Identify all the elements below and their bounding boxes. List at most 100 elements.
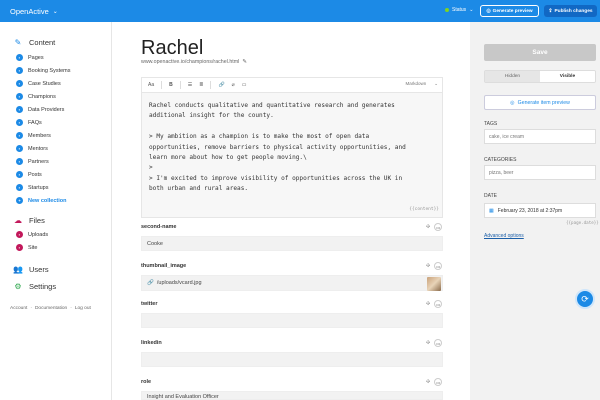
hidden-option[interactable]: Hidden: [485, 71, 540, 82]
content-template-hint: {{content}}: [409, 207, 439, 212]
field-label-role: role: [141, 379, 152, 385]
unlink-button[interactable]: ⌀: [232, 82, 235, 88]
more-icon[interactable]: •••: [434, 339, 443, 347]
sidebar-item-startups[interactable]: ▪ Startups: [16, 184, 48, 191]
sidebar-item-data-providers[interactable]: ▪ Data Providers: [16, 106, 64, 113]
sidebar-item-label: Posts: [28, 171, 42, 178]
date-template-hint: {{page.date}}: [566, 220, 599, 225]
sidebar-section-label: Users: [29, 264, 49, 274]
sidebar-item-label: Members: [28, 132, 51, 139]
sidebar-item-booking-systems[interactable]: ▪ Booking Systems: [16, 67, 71, 74]
categories-input[interactable]: pizza, beer: [484, 165, 596, 180]
page-icon: ▪: [16, 145, 23, 152]
sidebar-section-files[interactable]: ☁ Files: [13, 215, 45, 225]
page-icon: ▪: [16, 80, 23, 87]
text-size-button[interactable]: Aa: [148, 82, 154, 88]
sidebar-item-label: Uploads: [28, 231, 49, 238]
field-controls: ✣ •••: [426, 300, 443, 308]
field-linkedin[interactable]: [141, 352, 443, 367]
sidebar-item-champions[interactable]: ▪ Champions: [16, 93, 56, 100]
brand-name: OpenActive: [10, 6, 49, 16]
top-bar: OpenActive ⌄ Status ⌄ ◎ Generate preview…: [0, 0, 600, 22]
bold-button[interactable]: B: [169, 82, 173, 88]
sidebar-section-settings[interactable]: ⚙ Settings: [13, 281, 56, 291]
date-input[interactable]: ▦ February 23, 2018 at 2:37pm: [484, 203, 596, 218]
editor-mode-select[interactable]: Markdown ⌄: [405, 81, 438, 87]
link-icon: 🔗: [147, 280, 154, 286]
sidebar-item-case-studies[interactable]: ▪ Case Studies: [16, 80, 61, 87]
documentation-link[interactable]: Documentation: [35, 306, 67, 311]
separator-dot: ·: [30, 306, 32, 311]
publish-changes-label: Publish changes: [554, 8, 593, 14]
sidebar-section-content[interactable]: ✎ Content: [13, 37, 56, 47]
tags-input[interactable]: cake, ice cream: [484, 129, 596, 144]
link-button[interactable]: 🔗: [218, 82, 224, 88]
sidebar-item-posts[interactable]: ▪ Posts: [16, 171, 42, 178]
sidebar-item-faqs[interactable]: ▪ FAQs: [16, 119, 42, 126]
thumbnail-path: 🔗 /uploads/vcard.jpg: [147, 280, 202, 286]
status-menu[interactable]: Status ⌄: [445, 7, 473, 13]
more-icon[interactable]: •••: [434, 378, 443, 386]
sidebar-section-label: Settings: [29, 281, 57, 291]
visible-option[interactable]: Visible: [540, 71, 595, 82]
sidebar: [0, 22, 112, 400]
page-title[interactable]: Rachel: [141, 37, 203, 60]
sidebar-item-uploads[interactable]: ▪ Uploads: [16, 231, 48, 238]
chevron-down-icon: ⌄: [52, 8, 58, 15]
field-thumbnail-image[interactable]: 🔗 /uploads/vcard.jpg: [141, 275, 443, 291]
visibility-toggle[interactable]: Hidden Visible: [484, 70, 596, 83]
sidebar-item-members[interactable]: ▪ Members: [16, 132, 51, 139]
sidebar-item-partners[interactable]: ▪ Partners: [16, 158, 49, 165]
pencil-icon[interactable]: ✎: [242, 59, 246, 65]
bullet-list-button[interactable]: ☰: [188, 82, 192, 88]
sidebar-section-label: Files: [29, 215, 45, 225]
image-button[interactable]: ▭: [242, 82, 247, 88]
more-icon[interactable]: •••: [434, 262, 443, 270]
field-second-name[interactable]: Cooke: [141, 236, 443, 251]
editor-body[interactable]: Rachel conducts qualitative and quantita…: [142, 93, 442, 195]
more-icon[interactable]: •••: [434, 300, 443, 308]
sidebar-item-site[interactable]: ▪ Site: [16, 244, 37, 251]
markdown-editor[interactable]: Aa B ☰ ≣ 🔗 ⌀ ▭ Markdown ⌄ Rachel conduct…: [141, 77, 443, 218]
field-label-second-name: second-name: [141, 224, 177, 230]
logout-link[interactable]: Log out: [75, 306, 91, 311]
numbered-list-button[interactable]: ≣: [199, 82, 203, 88]
generate-preview-button[interactable]: ◎ Generate preview: [480, 5, 539, 17]
sidebar-item-label: Site: [28, 244, 38, 251]
sidebar-item-label: Booking Systems: [28, 67, 71, 74]
editor-toolbar: Aa B ☰ ≣ 🔗 ⌀ ▭ Markdown ⌄: [142, 78, 442, 93]
save-button[interactable]: Save: [484, 44, 596, 61]
page-icon: ▪: [16, 158, 23, 165]
page-icon: ▪: [16, 93, 23, 100]
account-link[interactable]: Account: [10, 306, 27, 311]
pin-icon[interactable]: ✣: [426, 379, 430, 385]
categories-label: CATEGORIES: [484, 157, 517, 163]
help-chat-button[interactable]: ⟳: [575, 289, 595, 309]
field-role[interactable]: Insight and Evaluation Officer: [141, 391, 443, 400]
editor-mode-label: Markdown: [405, 81, 427, 86]
pin-icon[interactable]: ✣: [426, 224, 430, 230]
sidebar-section-users[interactable]: 👥 Users: [13, 264, 49, 274]
field-controls: ✣ •••: [426, 339, 443, 347]
more-icon[interactable]: •••: [434, 223, 443, 231]
field-twitter[interactable]: [141, 313, 443, 328]
pencil-icon: ✎: [14, 37, 22, 47]
thumbnail-preview-image[interactable]: [427, 277, 441, 291]
toolbar-divider: [179, 81, 181, 89]
pin-icon[interactable]: ✣: [426, 263, 430, 269]
sidebar-item-mentors[interactable]: ▪ Mentors: [16, 145, 48, 152]
field-value: Insight and Evaluation Officer: [147, 394, 219, 400]
field-label-linkedin: linkedin: [141, 340, 162, 346]
advanced-options-link[interactable]: Advanced options: [484, 233, 524, 239]
sidebar-item-label: FAQs: [28, 119, 42, 126]
users-icon: 👥: [13, 264, 23, 274]
sidebar-item-label: Champions: [28, 93, 56, 100]
brand-menu[interactable]: OpenActive ⌄: [10, 7, 58, 16]
publish-changes-button[interactable]: ⇪ Publish changes: [544, 5, 597, 17]
sidebar-item-pages[interactable]: ▪ Pages: [16, 54, 44, 61]
pin-icon[interactable]: ✣: [426, 301, 430, 307]
new-collection-button[interactable]: + New collection: [16, 197, 67, 204]
pin-icon[interactable]: ✣: [426, 340, 430, 346]
sidebar-item-label: Case Studies: [28, 80, 61, 87]
generate-item-preview-button[interactable]: ◎ Generate item preview: [484, 95, 596, 110]
